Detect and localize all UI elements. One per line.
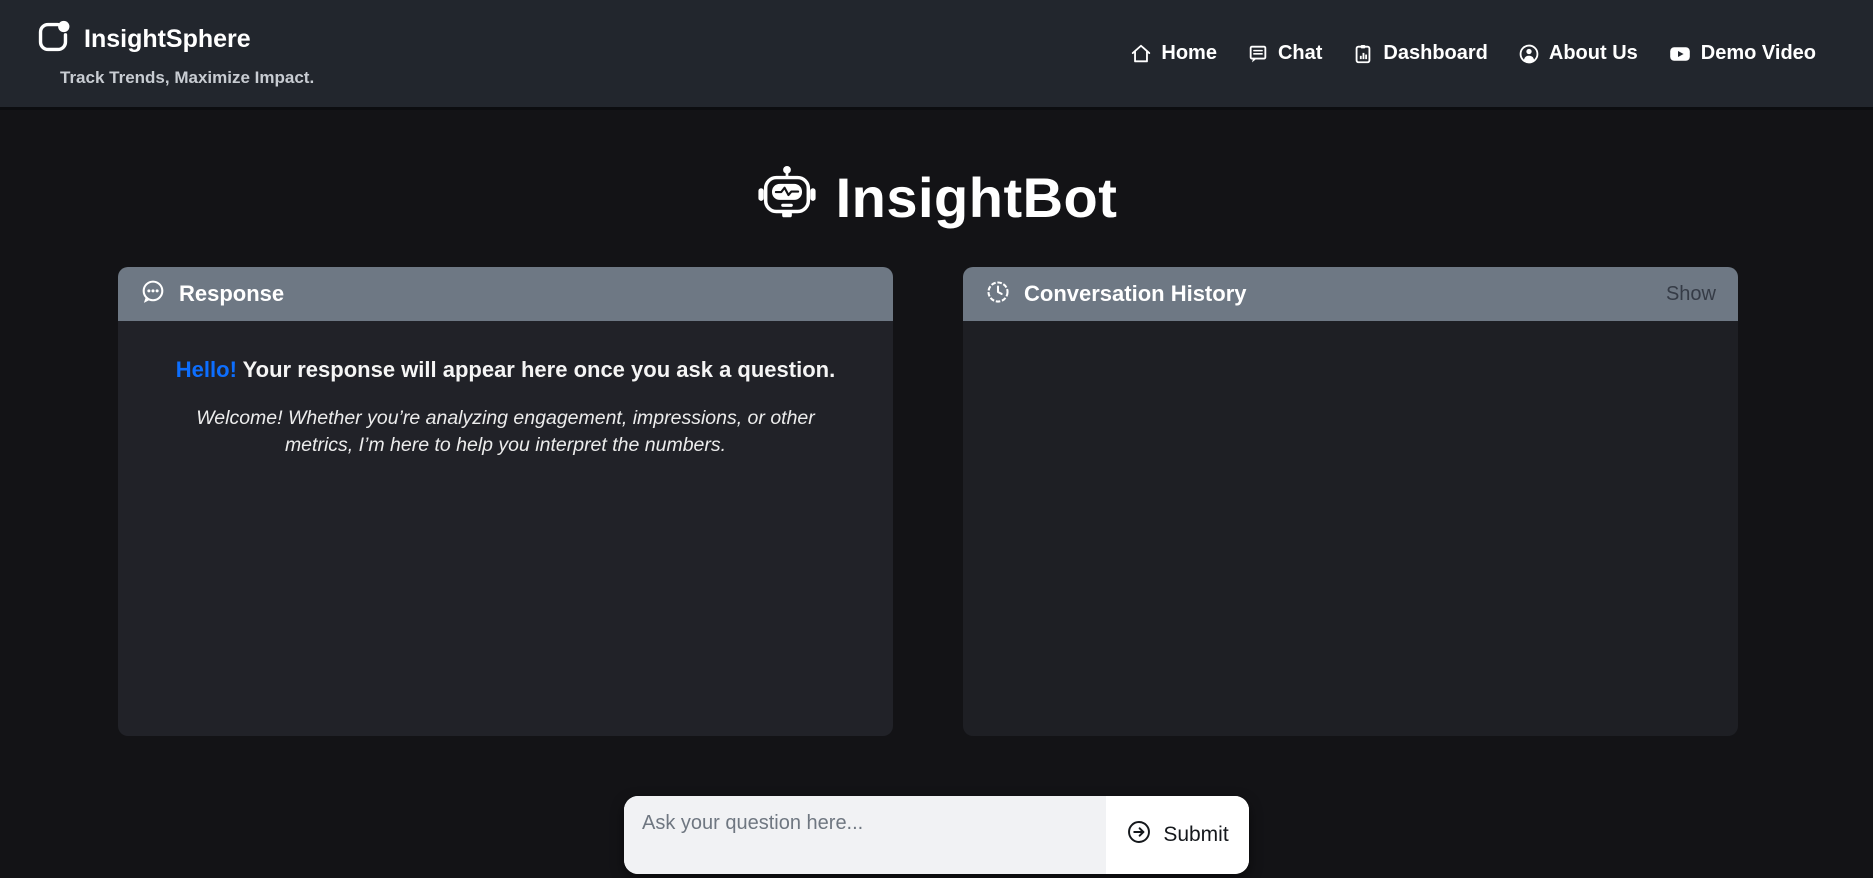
brand-block: InsightSphere Track Trends, Maximize Imp… [36, 20, 314, 88]
robot-icon [756, 164, 818, 231]
history-panel-title: Conversation History [1024, 281, 1247, 306]
question-input[interactable] [624, 796, 1106, 874]
history-panel-body [963, 321, 1738, 736]
nav-label: Home [1161, 42, 1217, 64]
response-greeting: Hello! Your response will appear here on… [118, 357, 893, 383]
comment-dots-icon [140, 279, 166, 310]
panels-row: Response Hello! Your response will appea… [118, 267, 1738, 736]
brand-name: InsightSphere [84, 24, 251, 53]
clock-history-icon [985, 279, 1011, 310]
main-nav: Home Chat Dashboard About Us Demo Video [1130, 42, 1816, 66]
top-navigation-bar: InsightSphere Track Trends, Maximize Imp… [0, 0, 1873, 110]
home-icon [1130, 43, 1152, 65]
nav-label: Demo Video [1700, 42, 1816, 64]
dashboard-icon [1352, 43, 1374, 65]
response-panel-header: Response [118, 267, 893, 321]
page-header: InsightBot [0, 164, 1873, 231]
brand-row[interactable]: InsightSphere [36, 20, 314, 59]
nav-item-about-us[interactable]: About Us [1518, 42, 1638, 65]
history-panel-header: Conversation History Show [963, 267, 1738, 321]
nav-label: Dashboard [1383, 42, 1488, 64]
youtube-icon [1668, 42, 1692, 66]
response-panel-body: Hello! Your response will appear here on… [118, 321, 893, 736]
nav-label: About Us [1548, 42, 1638, 64]
submit-label: Submit [1163, 823, 1229, 846]
nav-item-home[interactable]: Home [1130, 42, 1217, 65]
question-composer: Submit [624, 796, 1249, 874]
nav-item-chat[interactable]: Chat [1247, 42, 1322, 65]
submit-button[interactable]: Submit [1106, 796, 1249, 874]
nav-item-demo-video[interactable]: Demo Video [1668, 42, 1816, 66]
sphere-logo-icon [36, 20, 70, 59]
chat-icon [1247, 43, 1269, 65]
brand-tagline: Track Trends, Maximize Impact. [60, 67, 315, 87]
response-panel-title: Response [179, 281, 285, 306]
response-panel: Response Hello! Your response will appea… [118, 267, 893, 736]
user-circle-icon [1518, 43, 1540, 65]
conversation-history-panel: Conversation History Show [963, 267, 1738, 736]
page-title: InsightBot [835, 166, 1118, 229]
welcome-message: Welcome! Whether you’re analyzing engage… [196, 407, 815, 457]
greeting-rest: Your response will appear here once you … [242, 357, 836, 382]
nav-label: Chat [1277, 42, 1323, 64]
arrow-right-circle-icon [1126, 819, 1152, 851]
history-show-toggle[interactable]: Show [1666, 283, 1716, 306]
nav-item-dashboard[interactable]: Dashboard [1352, 42, 1488, 65]
greeting-hello: Hello! [175, 357, 237, 382]
